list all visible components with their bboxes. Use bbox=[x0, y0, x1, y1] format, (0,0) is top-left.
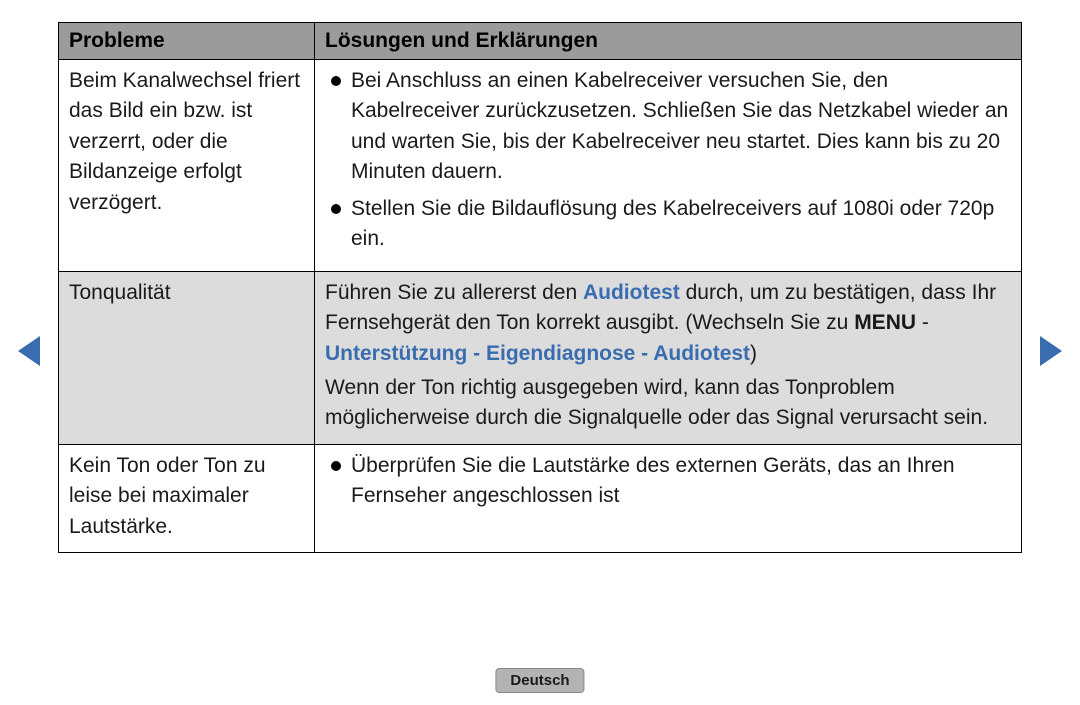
problem-cell: Kein Ton oder Ton zu leise bei maximaler… bbox=[59, 445, 315, 552]
troubleshooting-table: Probleme Lösungen und Erklärungen Beim K… bbox=[58, 22, 1022, 553]
list-item: Bei Anschluss an einen Kabelreceiver ver… bbox=[325, 66, 1011, 188]
solution-cell: Überprüfen Sie die Lautstärke des extern… bbox=[315, 445, 1021, 552]
list-item: Überprüfen Sie die Lautstärke des extern… bbox=[325, 451, 1011, 512]
menu-path: Unterstützung - Eigendiagnose - Audiotes… bbox=[325, 342, 750, 365]
table-row: Tonqualität Führen Sie zu allererst den … bbox=[59, 272, 1021, 445]
problem-cell: Beim Kanalwechsel friert das Bild ein bz… bbox=[59, 60, 315, 271]
table-header-row: Probleme Lösungen und Erklärungen bbox=[59, 23, 1021, 60]
text: ) bbox=[750, 342, 757, 365]
list-item: Stellen Sie die Bildauflösung des Kabelr… bbox=[325, 194, 1011, 255]
prev-page-arrow[interactable] bbox=[18, 336, 40, 366]
next-page-arrow[interactable] bbox=[1040, 336, 1062, 366]
text: - bbox=[916, 311, 929, 334]
header-problems: Probleme bbox=[59, 23, 315, 59]
solution-cell: Bei Anschluss an einen Kabelreceiver ver… bbox=[315, 60, 1021, 271]
language-indicator: Deutsch bbox=[495, 668, 584, 693]
table-row: Kein Ton oder Ton zu leise bei maximaler… bbox=[59, 445, 1021, 552]
text: Wenn der Ton richtig ausgegeben wird, ka… bbox=[325, 376, 988, 429]
header-solutions: Lösungen und Erklärungen bbox=[315, 23, 1021, 59]
menu-label: MENU bbox=[854, 311, 916, 334]
table-row: Beim Kanalwechsel friert das Bild ein bz… bbox=[59, 60, 1021, 272]
solution-cell: Führen Sie zu allererst den Audiotest du… bbox=[315, 272, 1021, 444]
text: Führen Sie zu allererst den bbox=[325, 281, 583, 304]
problem-cell: Tonqualität bbox=[59, 272, 315, 444]
highlight-audiotest: Audiotest bbox=[583, 281, 680, 304]
